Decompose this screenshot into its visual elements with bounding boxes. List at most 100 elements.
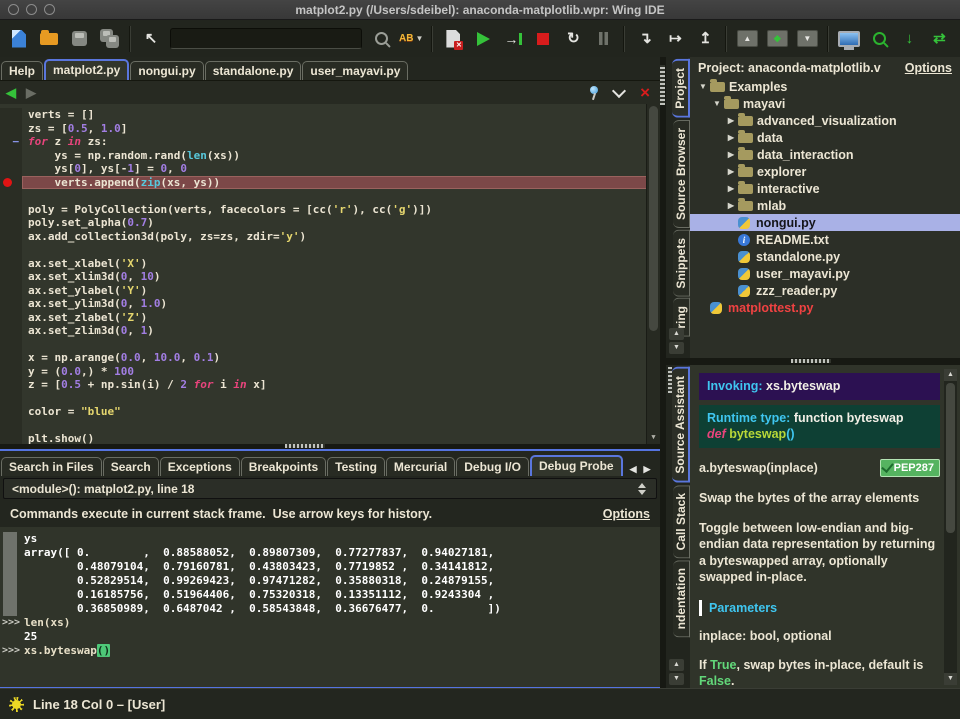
search-in-files-icon[interactable] (867, 26, 891, 52)
tree-item-readme-txt[interactable]: iREADME.txt (690, 231, 960, 248)
case-toggle-icon[interactable]: AB▼ (399, 26, 423, 52)
splitter-grip[interactable] (285, 444, 325, 448)
tree-item-user-mayavi-py[interactable]: user_mayavi.py (690, 265, 960, 282)
fold-minus-icon[interactable]: − (12, 135, 19, 148)
step-return-icon[interactable]: ↥ (693, 26, 717, 52)
debug-pause-icon[interactable] (591, 26, 615, 52)
tree-item-mlab[interactable]: ▶mlab (690, 197, 960, 214)
back-icon[interactable]: ◀ (6, 85, 16, 101)
chevron-right-icon[interactable]: ▶ (724, 150, 738, 159)
debug-file-icon[interactable]: ✕ (441, 26, 465, 52)
vtab-project[interactable]: Project (672, 59, 690, 118)
debug-continue-icon[interactable] (471, 26, 495, 52)
tree-item-data[interactable]: ▶data (690, 129, 960, 146)
runtime-value: function byteswap (790, 411, 903, 425)
tree-item-matplottest-py[interactable]: matplottest.py (690, 299, 960, 316)
vtab-source-assistant[interactable]: Source Assistant (672, 367, 690, 483)
tab-help[interactable]: Help (1, 61, 43, 80)
chevron-right-icon[interactable]: ▶ (724, 133, 738, 142)
chevron-down-icon[interactable] (612, 83, 626, 97)
tab-matplot2-py[interactable]: matplot2.py (44, 59, 129, 80)
editor-bottom-splitter[interactable] (0, 444, 660, 449)
python-shell-icon[interactable] (837, 26, 861, 52)
splitter-grip[interactable] (791, 359, 831, 363)
scroll-down-icon[interactable]: ▼ (647, 431, 660, 443)
splitter-grip[interactable] (660, 65, 665, 105)
tree-item-interactive[interactable]: ▶interactive (690, 180, 960, 197)
scroll-up-icon[interactable]: ▲ (944, 369, 957, 381)
tree-item-examples[interactable]: ▼Examples (690, 78, 960, 95)
assistant-scrollbar[interactable]: ▲ ▼ (944, 369, 957, 685)
tab-mercurial[interactable]: Mercurial (386, 457, 455, 476)
tab-user-mayavi-py[interactable]: user_mayavi.py (302, 61, 408, 80)
step-into-icon[interactable]: → (501, 26, 525, 52)
project-options-link[interactable]: Options (905, 61, 952, 75)
open-file-icon[interactable] (37, 26, 61, 52)
frame-up-icon[interactable]: ▲ (735, 26, 759, 52)
chevron-right-icon[interactable]: ▶ (724, 201, 738, 210)
tab-nongui-py[interactable]: nongui.py (130, 61, 203, 80)
pin-icon[interactable] (588, 86, 600, 100)
tree-item-zzz-reader-py[interactable]: zzz_reader.py (690, 282, 960, 299)
scroll-down-icon[interactable]: ▼ (669, 342, 684, 354)
chevron-right-icon[interactable]: ▶ (724, 167, 738, 176)
stack-frame-selector[interactable]: <module>(): matplot2.py, line 18 (3, 478, 657, 499)
debug-restart-icon[interactable]: ↻ (561, 26, 585, 52)
step-out-icon[interactable]: ↦ (663, 26, 687, 52)
tab-search-in-files[interactable]: Search in Files (1, 457, 102, 476)
tab-testing[interactable]: Testing (327, 457, 385, 476)
toolbar-search-input[interactable] (170, 28, 362, 49)
save-icon[interactable] (67, 26, 91, 52)
frame-down-icon[interactable]: ▼ (795, 26, 819, 52)
code-line: y = (0.0,) * 100 (0, 365, 647, 379)
sync-icon[interactable]: ⇄ (927, 26, 951, 52)
step-over-icon[interactable]: ↴ (633, 26, 657, 52)
tab-breakpoints[interactable]: Breakpoints (241, 457, 326, 476)
tree-item-advanced-visualization[interactable]: ▶advanced_visualization (690, 112, 960, 129)
tabs-scroll-right-icon[interactable]: ▶ (642, 463, 653, 476)
chevron-down-icon[interactable]: ▼ (696, 82, 710, 91)
bug-icon[interactable] (9, 697, 24, 712)
search-icon[interactable] (369, 26, 393, 52)
tree-item-data-interaction[interactable]: ▶data_interaction (690, 146, 960, 163)
tree-item-nongui-py[interactable]: nongui.py (690, 214, 960, 231)
debug-position-icon[interactable]: ◆ (765, 26, 789, 52)
tab-debug-probe[interactable]: Debug Probe (530, 455, 623, 476)
vtab-ndentation[interactable]: ndentation (673, 560, 690, 637)
tree-item-explorer[interactable]: ▶explorer (690, 163, 960, 180)
probe-options-link[interactable]: Options (603, 507, 650, 521)
close-editor-icon[interactable]: × (640, 84, 650, 101)
forward-icon[interactable]: ▶ (26, 85, 36, 101)
tabs-scroll-left-icon[interactable]: ◀ (628, 463, 639, 476)
debug-stop-icon[interactable] (531, 26, 555, 52)
vtab-snippets[interactable]: Snippets (673, 230, 690, 297)
breakpoint-icon[interactable] (3, 178, 12, 187)
tab-debug-i-o[interactable]: Debug I/O (456, 457, 529, 476)
save-all-icon[interactable] (97, 26, 121, 52)
chevron-down-icon[interactable]: ▼ (710, 99, 724, 108)
update-icon[interactable]: ↓ (897, 26, 921, 52)
new-file-icon[interactable] (7, 26, 31, 52)
chevron-right-icon[interactable]: ▶ (724, 184, 738, 193)
tab-exceptions[interactable]: Exceptions (160, 457, 240, 476)
tab-standalone-py[interactable]: standalone.py (205, 61, 302, 80)
scroll-up-icon[interactable]: ▲ (669, 659, 684, 671)
tree-item-mayavi[interactable]: ▼mayavi (690, 95, 960, 112)
vtab-call-stack[interactable]: Call Stack (673, 485, 690, 558)
frame-stepper-icon[interactable] (638, 483, 646, 495)
probe-console[interactable]: ysarray([ 0. , 0.88588052, 0.89807309, 0… (0, 527, 660, 687)
scroll-down-icon[interactable]: ▼ (944, 673, 957, 685)
pep287-badge[interactable]: PEP287 (880, 459, 940, 478)
vtab-source-browser[interactable]: Source Browser (673, 120, 690, 228)
scrollbar-thumb[interactable] (649, 106, 658, 331)
project-assistant-splitter[interactable] (666, 358, 960, 365)
code-editor[interactable]: verts = []zs = [0.5, 1.0]−for z in zs: y… (0, 104, 660, 444)
tab-search[interactable]: Search (103, 457, 159, 476)
chevron-right-icon[interactable]: ▶ (724, 116, 738, 125)
scrollbar-thumb[interactable] (946, 383, 955, 533)
tree-item-standalone-py[interactable]: standalone.py (690, 248, 960, 265)
select-pointer-icon[interactable]: ↖ (139, 26, 163, 52)
scroll-up-icon[interactable]: ▲ (669, 328, 684, 340)
scroll-down-icon[interactable]: ▼ (669, 673, 684, 685)
editor-scrollbar[interactable]: ▼ (646, 104, 660, 444)
